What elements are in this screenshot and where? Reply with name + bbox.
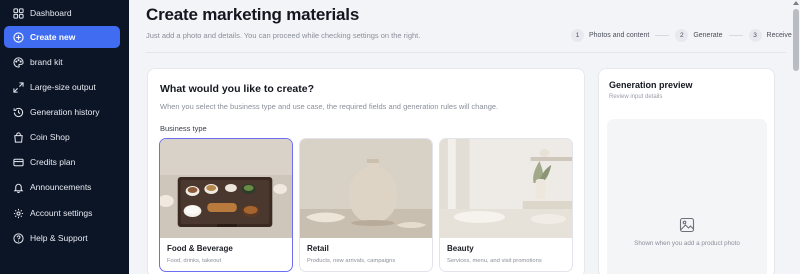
help-circle-icon	[12, 232, 24, 244]
sidebar-item-label: Dashboard	[30, 8, 72, 18]
create-card: What would you like to create? When you …	[147, 68, 585, 274]
option-title: Food & Beverage	[167, 244, 233, 253]
preview-subtitle: Review input details	[609, 94, 663, 100]
step-generate: 2 Generate	[675, 28, 723, 42]
sidebar-item-label: Coin Shop	[30, 132, 70, 142]
preview-title: Generation preview	[609, 80, 693, 90]
header-divider	[146, 52, 786, 53]
business-option-beauty[interactable]: Beauty Services, menu, and visit promoti…	[439, 138, 573, 272]
preview-placeholder: Shown when you add a product photo	[607, 119, 767, 274]
sidebar-item-label: Announcements	[30, 182, 92, 192]
step-number: 2	[675, 28, 689, 42]
business-option-food-beverage[interactable]: Food & Beverage Food, drinks, takeout	[159, 138, 293, 272]
page-scrollbar[interactable]	[792, 0, 800, 274]
business-option-retail[interactable]: Retail Products, new arrivals, campaigns	[299, 138, 433, 272]
progress-steps: 1 Photos and content 2 Generate 3 Receiv…	[571, 28, 792, 42]
sidebar-item-account-settings[interactable]: Account settings	[4, 202, 120, 224]
credit-card-icon	[12, 156, 24, 168]
scroll-up-arrow-icon[interactable]	[793, 1, 799, 5]
sidebar: Dashboard Create new brand kit Large-siz…	[0, 0, 129, 274]
option-title: Beauty	[447, 244, 474, 253]
page-title: Create marketing materials	[146, 5, 360, 24]
image-icon	[679, 217, 695, 233]
sidebar-item-dashboard[interactable]: Dashboard	[4, 2, 120, 24]
sidebar-item-brand-kit[interactable]: brand kit	[4, 51, 120, 73]
generation-preview-panel: Generation preview Review input details …	[598, 68, 775, 274]
option-description: Food, drinks, takeout	[167, 258, 222, 264]
food-beverage-photo	[160, 139, 292, 238]
beauty-photo	[440, 139, 572, 238]
expand-icon	[12, 81, 24, 93]
step-photos-and-content: 1 Photos and content	[571, 28, 650, 42]
scrollbar-thumb[interactable]	[793, 9, 799, 71]
sidebar-item-label: Large-size output	[30, 82, 96, 92]
palette-icon	[12, 56, 24, 68]
option-description: Products, new arrivals, campaigns	[307, 258, 396, 264]
sidebar-item-label: brand kit	[30, 57, 63, 67]
sidebar-item-announcements[interactable]: Announcements	[4, 176, 120, 198]
preview-empty-note: Shown when you add a product photo	[634, 240, 740, 247]
sidebar-item-label: Create new	[30, 32, 76, 42]
sidebar-item-credits-plan[interactable]: Credits plan	[4, 151, 120, 173]
plus-circle-icon	[12, 31, 24, 43]
step-number: 1	[571, 28, 584, 42]
step-number: 3	[748, 28, 762, 42]
step-connector	[655, 34, 670, 36]
step-label: Receive	[766, 31, 792, 39]
retail-photo	[300, 139, 432, 238]
sidebar-item-label: Credits plan	[30, 157, 76, 167]
sidebar-item-coin-shop[interactable]: Coin Shop	[4, 126, 120, 148]
gear-icon	[12, 207, 24, 219]
sidebar-item-create-new[interactable]: Create new	[4, 26, 120, 48]
option-description: Services, menu, and visit promotions	[447, 258, 542, 264]
card-description: When you select the business type and us…	[160, 102, 499, 111]
business-type-label: Business type	[160, 124, 207, 133]
sidebar-item-large-size-output[interactable]: Large-size output	[4, 76, 120, 98]
sidebar-item-help-support[interactable]: Help & Support	[4, 227, 120, 249]
history-icon	[12, 106, 24, 118]
step-label: Generate	[693, 31, 723, 39]
sidebar-item-label: Help & Support	[30, 233, 88, 243]
bell-icon	[12, 181, 24, 193]
sidebar-item-label: Account settings	[30, 208, 93, 218]
card-title: What would you like to create?	[160, 83, 315, 95]
page-subtitle: Just add a photo and details. You can pr…	[146, 31, 421, 40]
shopping-bag-icon	[12, 131, 24, 143]
sidebar-item-generation-history[interactable]: Generation history	[4, 101, 120, 123]
step-connector	[728, 34, 743, 36]
step-label: Photos and content	[589, 31, 650, 39]
sidebar-item-label: Generation history	[30, 107, 100, 117]
grid-icon	[12, 7, 24, 19]
step-receive: 3 Receive	[748, 28, 792, 42]
option-title: Retail	[307, 244, 329, 253]
